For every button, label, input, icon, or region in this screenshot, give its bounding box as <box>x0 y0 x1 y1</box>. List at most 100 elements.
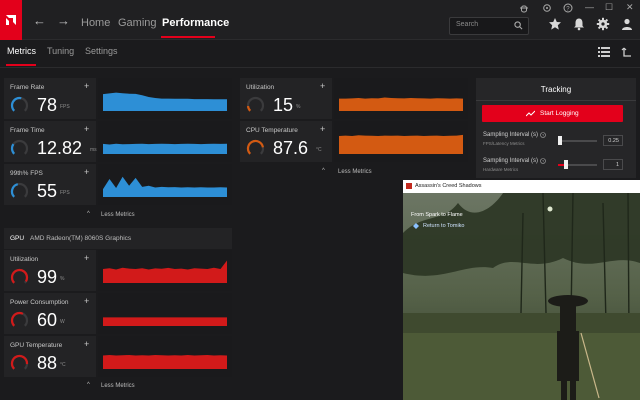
metric-graph <box>98 293 232 334</box>
chevron-up-icon[interactable]: ^ <box>87 211 90 217</box>
user-icon[interactable] <box>620 17 634 31</box>
less-metrics-cpu-fps[interactable]: Less Metrics <box>101 212 135 218</box>
metric-graph <box>98 250 232 291</box>
less-metrics-gpu[interactable]: Less Metrics <box>101 383 135 389</box>
metric-card-fps: Frame Time + 12.82 ms <box>4 121 97 162</box>
tracking-panel: Tracking Start Logging Sampling Interval… <box>476 78 636 178</box>
search-placeholder: Search <box>456 21 479 28</box>
metric-graph <box>98 164 232 205</box>
reset-icon[interactable] <box>621 47 633 57</box>
add-metric-icon[interactable]: + <box>84 254 89 263</box>
game-app-icon <box>406 183 412 189</box>
metric-value: 60 <box>37 310 58 330</box>
slider-knob[interactable] <box>557 136 562 145</box>
sampling-slider-fps[interactable] <box>557 136 597 145</box>
tab-active-underline <box>6 64 36 66</box>
settings-small-icon[interactable] <box>542 3 552 13</box>
list-view-icon[interactable] <box>598 47 610 57</box>
metric-unit: °C <box>316 147 322 153</box>
metric-card-gpu: Power Consumption + 60 W <box>4 293 96 334</box>
top-bar: ← → Home Gaming Performance Search ? — ☐… <box>0 0 640 40</box>
metric-title: Frame Time <box>10 127 45 134</box>
sampling-value-hardware[interactable]: 1 <box>603 159 623 170</box>
metric-graph <box>334 121 468 162</box>
metric-graph <box>98 121 232 162</box>
sampling-interval-sub: Hardware Metrics <box>483 167 519 172</box>
close-button[interactable]: ✕ <box>626 2 634 13</box>
bell-icon[interactable] <box>572 17 586 31</box>
metric-gauge <box>10 182 29 201</box>
metric-value: 78 <box>37 95 58 115</box>
info-icon[interactable]: ? <box>540 132 546 138</box>
maximize-button[interactable]: ☐ <box>605 2 613 13</box>
metric-unit: FPS <box>60 190 70 196</box>
sampling-interval-label: Sampling Interval (s) <box>483 132 539 138</box>
game-window[interactable]: Assassin's Creed Shadows From Spark to F… <box>403 180 640 400</box>
metric-gauge <box>10 139 29 158</box>
gpu-label: GPU <box>10 235 25 242</box>
start-logging-label: Start Logging <box>540 110 579 117</box>
sub-nav: Metrics Tuning Settings <box>0 40 640 68</box>
back-arrow-icon[interactable]: ← <box>33 14 46 27</box>
game-titlebar[interactable]: Assassin's Creed Shadows <box>403 180 640 193</box>
gpu-name: AMD Radeon(TM) 8060S Graphics <box>30 235 132 242</box>
metric-title: Utilization <box>246 84 275 91</box>
metric-unit: % <box>60 276 65 282</box>
amd-logo <box>0 0 22 40</box>
metric-unit: FPS <box>60 104 70 110</box>
add-metric-icon[interactable]: + <box>320 125 325 134</box>
metric-gauge <box>10 268 29 287</box>
add-metric-icon[interactable]: + <box>320 82 325 91</box>
metric-gauge <box>246 139 265 158</box>
metric-gauge <box>10 311 29 330</box>
game-quest: Return to Tomiko <box>423 223 465 229</box>
metric-unit: ms <box>90 147 97 153</box>
nav-active-underline <box>161 36 215 38</box>
metric-card-cpu: Utilization + 15% <box>240 78 332 119</box>
metric-title: Frame Rate <box>10 84 45 91</box>
nav-home[interactable]: Home <box>81 17 110 29</box>
chevron-up-icon[interactable]: ^ <box>87 382 90 388</box>
metric-graph <box>98 336 232 377</box>
metric-card-gpu: GPU Temperature + 88 °C <box>4 336 96 377</box>
add-metric-icon[interactable]: + <box>84 125 89 134</box>
metric-card-cpu: CPU Temperature + 87.6 °C <box>240 121 332 162</box>
add-metric-icon[interactable]: + <box>84 297 89 306</box>
add-metric-icon[interactable]: + <box>84 340 89 349</box>
slider-knob[interactable] <box>563 160 568 169</box>
minimize-button[interactable]: — <box>585 2 594 12</box>
nav-gaming[interactable]: Gaming <box>118 17 157 29</box>
tab-metrics[interactable]: Metrics <box>7 46 36 56</box>
nav-performance[interactable]: Performance <box>162 17 229 29</box>
tab-settings[interactable]: Settings <box>85 46 118 56</box>
less-metrics-cpu[interactable]: Less Metrics <box>338 169 372 175</box>
bug-report-icon[interactable] <box>519 3 529 13</box>
chevron-up-icon[interactable]: ^ <box>322 168 325 174</box>
sampling-interval-sub: FPS/Latency Metrics <box>483 141 525 146</box>
metric-gauge <box>246 96 265 115</box>
tracking-title: Tracking <box>540 85 572 94</box>
metric-value: 99 <box>37 267 58 287</box>
game-window-title: Assassin's Creed Shadows <box>415 183 482 189</box>
sampling-interval-label: Sampling Interval (s) <box>483 158 539 164</box>
search-icon <box>514 21 523 30</box>
tab-tuning[interactable]: Tuning <box>47 46 74 56</box>
gear-icon[interactable] <box>596 17 610 31</box>
sampling-value-fps[interactable]: 0.25 <box>603 135 623 146</box>
search-input[interactable]: Search <box>449 17 529 35</box>
add-metric-icon[interactable]: + <box>84 82 89 91</box>
metric-value: 15 <box>273 95 294 115</box>
add-metric-icon[interactable]: + <box>84 168 89 177</box>
game-objective: From Spark to Flame <box>411 212 463 218</box>
help-icon[interactable]: ? <box>563 3 573 13</box>
info-icon[interactable]: ? <box>540 158 546 164</box>
metric-card-gpu: Utilization + 99% <box>4 250 96 291</box>
metric-card-fps: 99th% FPS + 55 FPS <box>4 164 96 205</box>
metric-title: GPU Temperature <box>10 342 63 349</box>
forward-arrow-icon[interactable]: → <box>57 14 70 27</box>
start-logging-button[interactable]: Start Logging <box>482 105 623 122</box>
metric-graph <box>334 78 468 119</box>
sampling-slider-hardware[interactable] <box>558 160 597 169</box>
star-icon[interactable] <box>548 17 562 31</box>
metric-gauge <box>10 96 29 115</box>
